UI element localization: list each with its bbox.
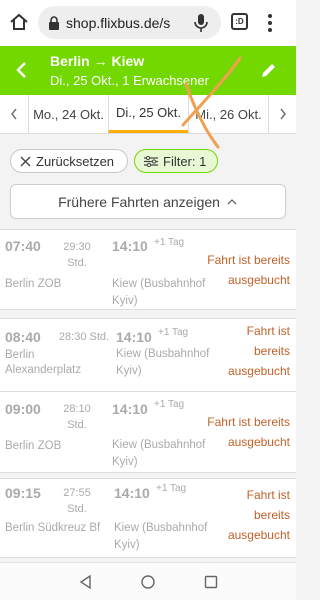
departure-station: Berlin Alexanderplatz (5, 348, 81, 378)
departure-station-line2: Alexanderplatz (5, 364, 82, 376)
arrival-station-line2: Kyiv) (112, 295, 138, 307)
departure-station: Berlin ZOB (5, 440, 62, 452)
system-navigation-bar (0, 562, 296, 600)
sold-out-line1: Fahrt ist bereits (207, 253, 290, 267)
arrival-station: Kiew (Busbahnhof Kyiv) (112, 276, 205, 310)
home-icon[interactable] (9, 12, 29, 32)
filter-button[interactable]: Filter: 1 (134, 149, 218, 173)
search-summary-header: Berlin → Kiew Di., 25 Okt., 1 Erwachsene… (0, 46, 296, 95)
trip-duration: 29:30 Std. (60, 239, 94, 271)
microphone-icon[interactable] (194, 13, 208, 33)
home-circle-icon[interactable] (140, 574, 156, 590)
browser-toolbar: shop.flixbus.de/s :D (0, 0, 296, 46)
duration-unit: Std. (67, 503, 87, 515)
trip-duration: 27:55 Std. (60, 485, 94, 517)
duration-unit: Std. (67, 257, 87, 269)
url-text: shop.flixbus.de/s (66, 14, 171, 31)
arrival-station-line2: Kyiv) (116, 365, 142, 377)
trip-details: Di., 25 Okt., 1 Erwachsener (50, 73, 209, 88)
duration-unit: Std. (67, 419, 87, 431)
trip-duration: 28:10 Std. (60, 401, 94, 433)
arrival-time: 14:10 (112, 401, 148, 417)
show-earlier-trips-button[interactable]: Frühere Fahrten anzeigen (10, 184, 286, 219)
sold-out-line2: bereits (253, 508, 290, 522)
arrival-station-line2: Kyiv) (112, 456, 138, 468)
show-earlier-label: Frühere Fahrten anzeigen (58, 193, 220, 210)
departure-time: 09:15 (5, 485, 41, 501)
sold-out-line1: Fahrt ist bereits (207, 415, 290, 429)
filter-label: Filter: 1 (163, 153, 207, 169)
date-selector: Mo., 24 Okt. Di., 25 Okt. Mi., 26 Okt. (0, 95, 296, 134)
arrival-station: Kiew (Busbahnhof Kyiv) (114, 520, 207, 554)
arrival-station-line1: Kiew (Busbahnhof (116, 348, 210, 360)
date-tab-tue[interactable]: Di., 25 Okt. (108, 95, 188, 133)
plus-day-badge: +1 Tag (156, 483, 187, 494)
arrival-time: 14:10 (112, 238, 148, 254)
departure-time: 07:40 (5, 238, 41, 254)
sold-out-line3: ausgebucht (227, 528, 290, 542)
sold-out-status: Fahrt ist bereits ausgebucht (200, 412, 290, 452)
chevron-up-icon (227, 198, 237, 204)
recents-square-icon[interactable] (203, 574, 219, 590)
sold-out-status: Fahrt ist bereits ausgebucht (200, 321, 290, 381)
sold-out-line1: Fahrt ist (246, 488, 290, 502)
more-menu-icon[interactable] (267, 13, 273, 33)
arrival-station-line1: Kiew (Busbahnhof (112, 278, 206, 290)
duration-value: 29:30 (63, 241, 91, 253)
tab-switcher-button[interactable]: :D (231, 13, 248, 30)
arrival-time: 14:10 (114, 485, 150, 501)
departure-station: Berlin Südkreuz Bf (5, 522, 101, 534)
back-icon[interactable] (14, 60, 28, 80)
departure-time: 09:00 (5, 401, 41, 417)
trip-duration: 28:30 Std. (58, 331, 110, 343)
arrival-station-line2: Kyiv) (114, 539, 140, 551)
chevron-left-icon (10, 108, 17, 120)
reset-label: Zurücksetzen (36, 153, 115, 169)
back-triangle-icon[interactable] (78, 574, 94, 590)
sold-out-line3: ausgebucht (227, 364, 290, 378)
trip-card[interactable]: 09:00 28:10 Std. 14:10 +1 Tag Berlin ZOB… (0, 391, 296, 473)
reset-filters-button[interactable]: Zurücksetzen (10, 149, 128, 173)
departure-station-line1: Berlin (5, 349, 35, 361)
sold-out-status: Fahrt ist bereits ausgebucht (200, 485, 290, 545)
lock-icon (49, 15, 59, 30)
arrival-time: 14:10 (116, 329, 152, 345)
sold-out-line2: ausgebucht (227, 273, 290, 287)
arrival-station: Kiew (Busbahnhof Kyiv) (116, 346, 209, 380)
trip-card[interactable]: 08:40 28:30 Std. 14:10 +1 Tag Berlin Ale… (0, 318, 296, 400)
plus-day-badge: +1 Tag (154, 237, 185, 248)
chevron-right-icon (279, 108, 286, 120)
date-tab-wed[interactable]: Mi., 26 Okt. (188, 95, 268, 133)
previous-date-button[interactable] (0, 95, 28, 133)
sold-out-status: Fahrt ist bereits ausgebucht (200, 250, 290, 290)
duration-value: 28:10 (63, 403, 91, 415)
next-date-button[interactable] (268, 95, 296, 133)
arrival-station-line1: Kiew (Busbahnhof (112, 439, 206, 451)
plus-day-badge: +1 Tag (158, 327, 189, 338)
departure-station: Berlin ZOB (5, 278, 62, 290)
date-tab-mon[interactable]: Mo., 24 Okt. (28, 95, 108, 133)
arrival-station: Kiew (Busbahnhof Kyiv) (112, 437, 205, 471)
sold-out-line1: Fahrt ist (246, 324, 290, 338)
route-title: Berlin → Kiew (50, 53, 145, 69)
plus-day-badge: +1 Tag (154, 399, 185, 410)
close-icon (20, 156, 31, 166)
trip-card[interactable]: 07:40 29:30 Std. 14:10 +1 Tag Berlin ZOB… (0, 229, 296, 310)
arrival-station-line1: Kiew (Busbahnhof (114, 522, 208, 534)
duration-value: 27:55 (63, 487, 91, 499)
filter-sliders-icon (144, 155, 158, 167)
sold-out-line2: bereits (253, 344, 290, 358)
departure-time: 08:40 (5, 329, 41, 345)
trip-card[interactable]: 09:15 27:55 Std. 14:10 +1 Tag Berlin Süd… (0, 478, 296, 558)
sold-out-line2: ausgebucht (227, 435, 290, 449)
edit-pencil-icon[interactable] (260, 61, 278, 79)
